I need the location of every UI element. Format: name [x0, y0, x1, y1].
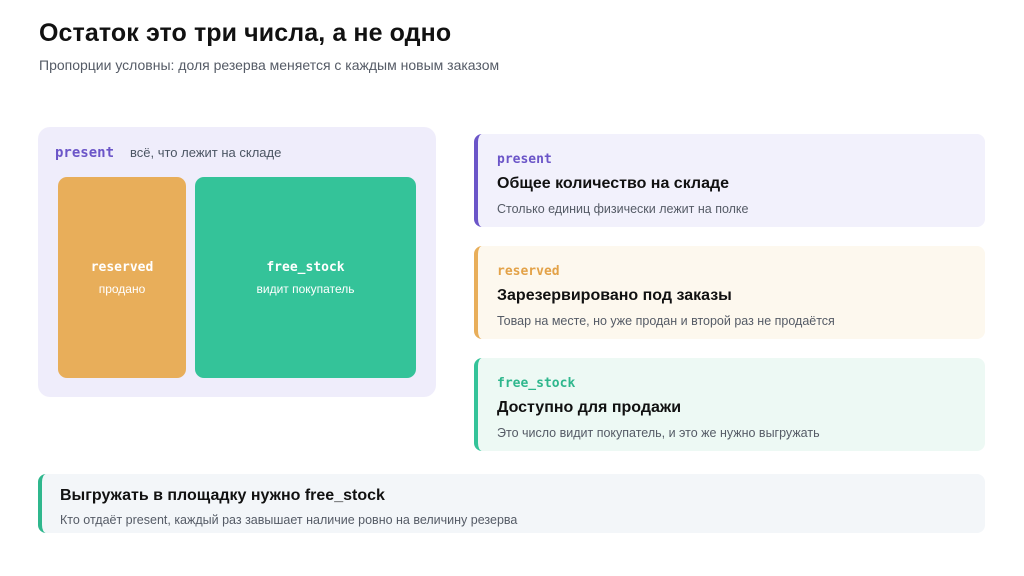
reserved-block: reserved продано — [58, 177, 186, 378]
present-description: всё, что лежит на складе — [130, 145, 282, 160]
conclusion-description: Кто отдаёт present, каждый раз завышает … — [60, 513, 518, 527]
card-reserved-key: reserved — [497, 264, 560, 279]
reserved-block-key: reserved — [90, 259, 154, 275]
present-diagram: present всё, что лежит на складе reserve… — [38, 127, 436, 397]
free-stock-block: free_stock видит покупатель — [195, 177, 416, 378]
card-reserved-title: Зарезервировано под заказы — [497, 287, 732, 304]
card-reserved-description: Товар на месте, но уже продан и второй р… — [497, 314, 835, 328]
page-subtitle: Пропорции условны: доля резерва меняется… — [39, 57, 500, 73]
present-header: present всё, что лежит на складе — [55, 145, 281, 161]
card-present-key: present — [497, 152, 552, 167]
card-present-description: Столько единиц физически лежит на полке — [497, 202, 749, 216]
present-key: present — [55, 145, 115, 161]
card-free-stock-description: Это число видит покупатель, и это же нуж… — [497, 426, 820, 440]
card-present: present Общее количество на складе Столь… — [474, 134, 985, 227]
card-present-title: Общее количество на складе — [497, 175, 730, 192]
card-reserved: reserved Зарезервировано под заказы Това… — [474, 246, 985, 339]
card-free-stock-title: Доступно для продажи — [497, 399, 682, 416]
card-free-stock: free_stock Доступно для продажи Это числ… — [474, 358, 985, 451]
card-free-stock-key: free_stock — [497, 376, 576, 391]
free-stock-block-key: free_stock — [266, 259, 345, 275]
free-stock-block-label: видит покупатель — [256, 281, 355, 296]
conclusion-note: Выгружать в площадку нужно free_stock Кт… — [38, 474, 985, 533]
conclusion-title: Выгружать в площадку нужно free_stock — [60, 487, 385, 504]
page-title: Остаток это три числа, а не одно — [39, 19, 452, 47]
reserved-block-label: продано — [98, 281, 146, 296]
